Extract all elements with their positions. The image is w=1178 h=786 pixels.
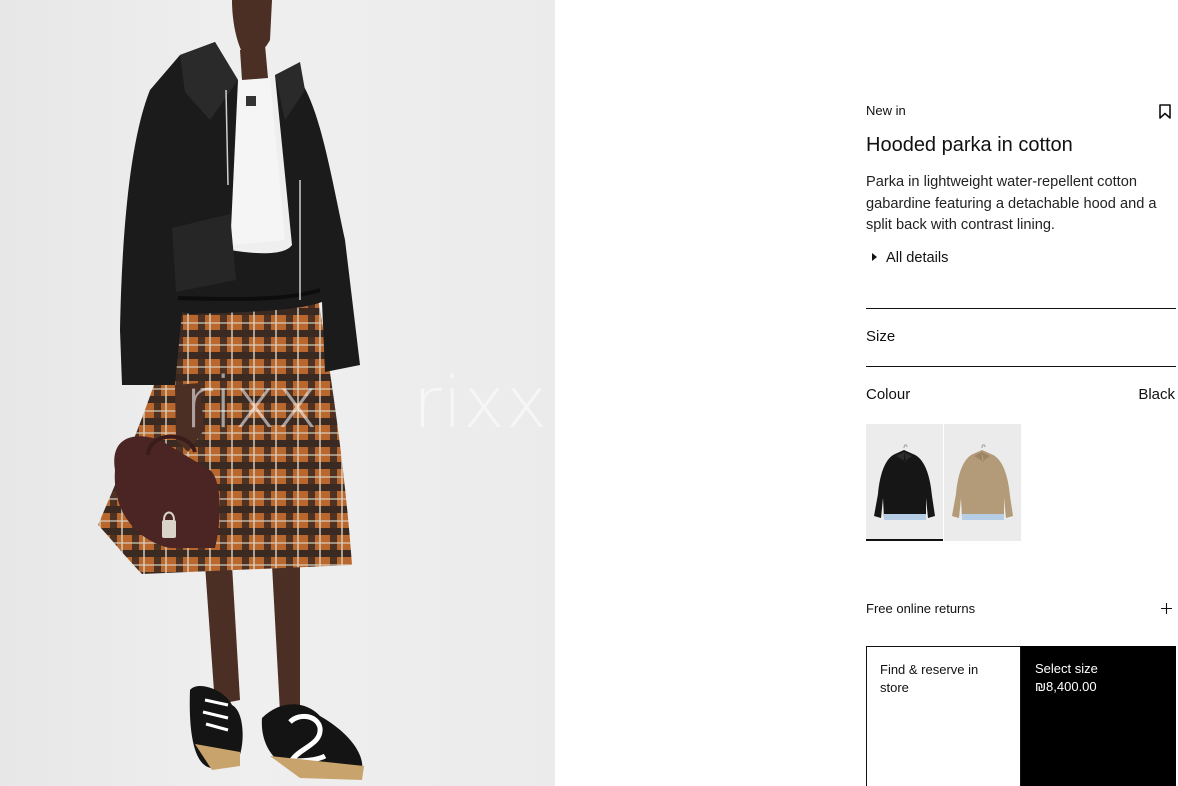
triangle-right-icon — [872, 253, 877, 261]
bookmark-icon[interactable] — [1159, 104, 1171, 119]
product-description: Parka in lightweight water-repellent cot… — [866, 174, 1157, 233]
colour-label: Colour — [866, 386, 911, 403]
colour-swatch-beige[interactable] — [944, 424, 1021, 541]
jacket-thumbnail-black — [874, 444, 935, 520]
divider — [866, 308, 1176, 309]
select-size-label: Select size — [1035, 661, 1098, 676]
colour-swatch-black[interactable] — [866, 424, 943, 541]
price: ₪8,400.00 — [1035, 679, 1097, 694]
select-size-button[interactable]: Select size ₪8,400.00 — [1021, 646, 1176, 786]
jacket-thumbnail-beige — [952, 444, 1013, 520]
selected-colour: Black — [1138, 386, 1175, 403]
find-reserve-label: Find & reserve in store — [880, 662, 979, 695]
free-returns-label: Free online returns — [866, 601, 976, 616]
divider — [866, 366, 1176, 367]
all-details-toggle[interactable]: All details — [872, 250, 948, 266]
all-details-label: All details — [886, 250, 949, 266]
product-image[interactable]: rixx rixx — [0, 0, 555, 786]
new-in-badge: New in — [866, 103, 906, 118]
size-selector[interactable]: Size — [866, 328, 895, 345]
watermark-text: rixx — [184, 362, 320, 444]
product-info-panel: New in Hooded parka in cotton Parka in l… — [866, 0, 1178, 786]
product-title: Hooded parka in cotton — [866, 134, 1073, 156]
plus-icon[interactable] — [1161, 603, 1172, 614]
find-reserve-button[interactable]: Find & reserve in store — [866, 646, 1021, 786]
watermark-text: rixx — [413, 362, 549, 444]
